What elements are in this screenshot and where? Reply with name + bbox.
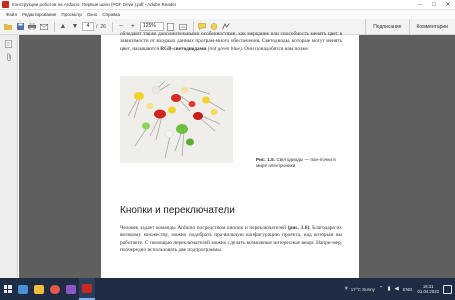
toolbar-divider — [192, 21, 194, 32]
maximize-button[interactable]: □ — [427, 0, 441, 10]
page-number-input[interactable]: 4 — [82, 22, 94, 31]
figure-caption: Рис. 1.5. Светодиоды — пан-почки в мире … — [256, 157, 346, 170]
title-bar: Конструкции роботов на Arduino. Первые ш… — [0, 0, 455, 10]
zoom-out-icon[interactable]: − — [116, 22, 126, 32]
page-total: 26 — [100, 23, 106, 30]
store-icon — [66, 284, 76, 294]
page-separator: / — [96, 23, 98, 30]
save-icon[interactable] — [15, 22, 25, 32]
menu-view[interactable]: Просмотр — [61, 12, 82, 17]
language-indicator[interactable]: ENG — [403, 287, 413, 292]
close-button[interactable]: ✕ — [441, 0, 455, 10]
clock[interactable]: 16:31 01.04.2022 — [417, 284, 439, 295]
highlight-icon[interactable] — [209, 22, 219, 32]
toolbar-divider — [111, 21, 113, 32]
previous-page-icon[interactable]: ▲ — [58, 22, 68, 32]
paragraph-led-intro: обладают также дополнительными особеннос… — [120, 31, 342, 53]
file-explorer-icon — [34, 284, 44, 294]
taskbar-app-adobe-reader[interactable] — [79, 278, 95, 300]
comment-icon[interactable] — [197, 22, 207, 32]
next-page-icon[interactable]: ▼ — [70, 22, 80, 32]
zoom-in-icon[interactable]: + — [128, 22, 138, 32]
sign-panel-button[interactable]: Подписание — [365, 18, 408, 35]
menu-window[interactable]: Окно — [87, 12, 97, 17]
comment-panel-button[interactable]: Комментарии — [408, 18, 455, 35]
weather-icon: ☀ — [343, 286, 349, 292]
print-icon[interactable] — [27, 22, 37, 32]
toolbar-right-panel: Подписание Комментарии — [365, 18, 455, 35]
menu-help[interactable]: Справка — [102, 12, 120, 17]
window-title: Конструкции роботов на Arduino. Первые ш… — [12, 2, 177, 7]
fit-page-icon[interactable] — [166, 22, 176, 32]
taskbar-app-browser[interactable] — [47, 278, 63, 300]
chevron-up-icon[interactable]: ⌃ — [379, 286, 384, 292]
menu-file[interactable]: Файл — [6, 12, 17, 17]
sign-icon[interactable] — [221, 22, 231, 32]
notifications-icon[interactable] — [443, 284, 452, 294]
taskbar-app-store[interactable] — [63, 278, 79, 300]
toolbar-divider — [54, 21, 55, 32]
bold-term: RGB-светодиодами — [160, 45, 207, 52]
open-file-icon[interactable] — [3, 22, 13, 32]
paragraph-text: Человек задает команды Arduino посредств… — [120, 225, 286, 231]
folder-icon — [18, 284, 28, 294]
figure-led-photo — [120, 76, 233, 163]
page-thumbnails-icon[interactable] — [4, 39, 13, 48]
start-button[interactable] — [0, 278, 15, 300]
taskbar: ☀ 17°C Sunny ⌃ ▮ ◀ ENG 16:31 01.04.2022 — [0, 278, 455, 300]
network-icon[interactable]: ▮ — [387, 286, 390, 292]
system-tray: ☀ 17°C Sunny ⌃ ▮ ◀ ENG 16:31 01.04.2022 — [340, 278, 455, 300]
paragraph-buttons: Человек задает команды Arduino посредств… — [120, 225, 342, 255]
section-heading: Кнопки и переключатели — [120, 205, 235, 216]
taskbar-app-files[interactable] — [15, 278, 31, 300]
fit-width-icon[interactable] — [178, 22, 188, 32]
minimize-button[interactable]: – — [413, 0, 427, 10]
paragraph-text-end: . Они понадобятся нам позже. — [241, 45, 310, 52]
menu-edit[interactable]: Редактирование — [22, 12, 56, 17]
taskbar-app-explorer[interactable] — [31, 278, 47, 300]
browser-icon — [50, 284, 60, 294]
caption-label: Рис. 1.5. — [256, 157, 276, 162]
volume-icon[interactable]: ◀ — [394, 286, 398, 292]
adobe-reader-icon — [82, 283, 92, 293]
weather-text[interactable]: 17°C Sunny — [351, 287, 375, 292]
zoom-level-select[interactable]: 125% — [139, 22, 164, 31]
navigation-panel — [0, 35, 18, 278]
windows-logo-icon — [3, 285, 12, 293]
adobe-reader-icon — [2, 1, 9, 8]
attachment-icon[interactable] — [4, 52, 13, 61]
italic-term: (red green blue) — [207, 45, 242, 52]
clock-date: 01.04.2022 — [417, 289, 439, 294]
pdf-page: обладают также дополнительными особеннос… — [101, 31, 359, 278]
email-icon[interactable] — [39, 22, 49, 32]
figure-reference: (рис. 1.6) — [287, 225, 310, 231]
